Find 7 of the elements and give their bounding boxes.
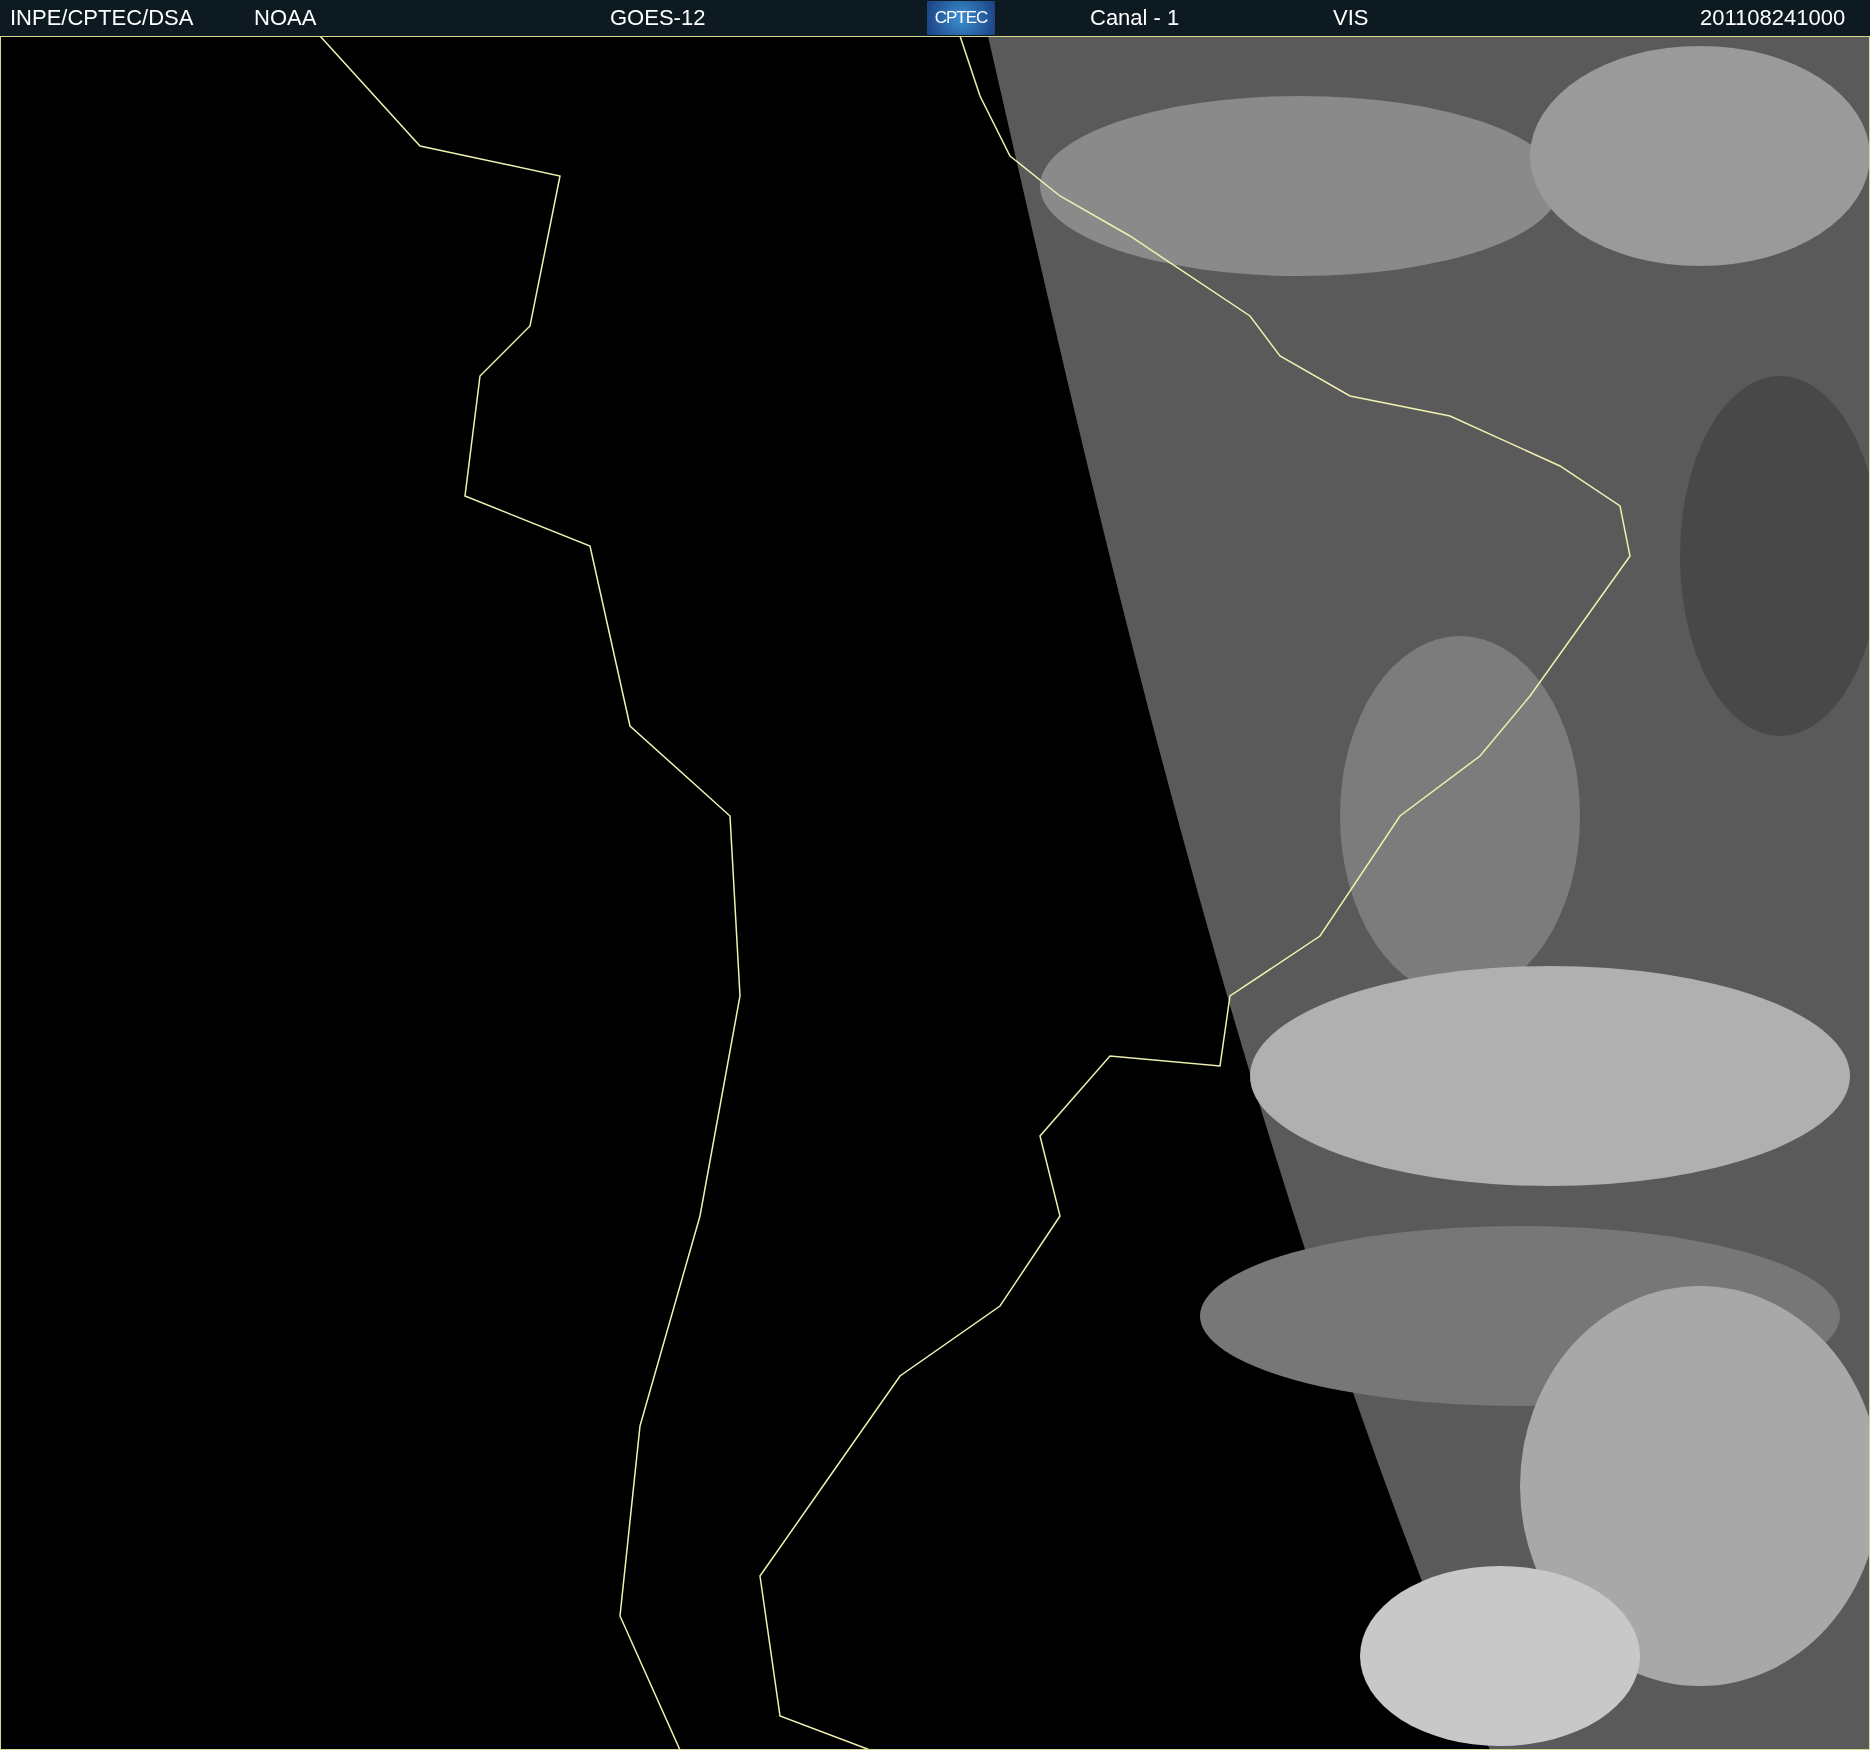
header-label: VIS <box>1333 5 1369 31</box>
header-label: GOES-12 <box>610 5 706 31</box>
header-label: 201108241000 <box>1700 5 1846 31</box>
header-label: INPE/CPTEC/DSA <box>10 5 194 31</box>
header-label: Canal - 1 <box>1090 5 1180 31</box>
logo: CPTEC <box>927 1 995 35</box>
header-label: NOAA <box>254 5 317 31</box>
